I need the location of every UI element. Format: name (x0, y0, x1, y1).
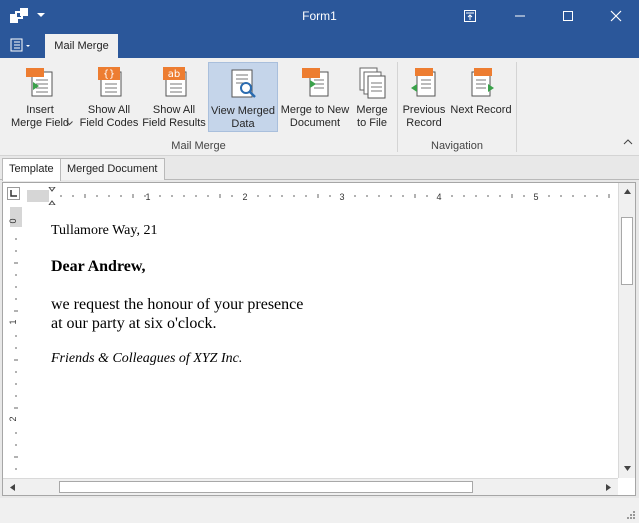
rich-edit-control: 1 2 3 4 5 0 1 2 Tullamore Way, 21 Dear A… (2, 182, 636, 496)
view-merged-data-icon (231, 69, 256, 98)
scroll-up-icon[interactable] (620, 184, 635, 199)
minimize-button[interactable] (497, 0, 543, 32)
horizontal-scrollbar[interactable] (3, 478, 618, 495)
title-bar: Form1 (0, 0, 639, 32)
merge-to-new-document-label: Merge to New Document (280, 104, 350, 129)
vertical-scroll-thumb[interactable] (621, 217, 633, 285)
restore-ribbon-icon (464, 10, 476, 22)
merge-to-file-label: Merge to File (356, 104, 388, 129)
tab-merged-document[interactable]: Merged Document (60, 158, 165, 180)
tab-selector[interactable] (7, 187, 20, 200)
group-label-mail-merge: Mail Merge (171, 140, 226, 152)
scroll-left-icon[interactable] (5, 480, 20, 495)
ruler-number: 0 (8, 218, 18, 223)
insert-merge-field-label: Insert Merge Field (10, 104, 70, 129)
scroll-right-icon[interactable] (601, 480, 616, 495)
show-all-field-results-label: Show All Field Results (142, 104, 206, 129)
group-separator (516, 62, 517, 152)
ruler-number: 3 (339, 192, 344, 202)
collapse-ribbon-icon[interactable] (623, 138, 633, 145)
vertical-ruler[interactable]: 0 1 2 (7, 207, 25, 477)
resize-grip-icon[interactable] (626, 510, 636, 520)
greeting-line: Dear Andrew, (51, 258, 146, 275)
view-merged-data-label: View Merged Data (211, 105, 275, 130)
body-line-1: we request the honour of your presence (51, 296, 304, 313)
previous-record-label: Previous Record (402, 104, 446, 129)
merge-to-file-icon (359, 67, 386, 99)
file-menu-icon (10, 38, 30, 52)
insert-merge-field-button[interactable]: Insert Merge Field (5, 62, 75, 132)
group-label-navigation: Navigation (431, 140, 483, 152)
ruler-number: 1 (145, 192, 150, 202)
maximize-icon (563, 11, 573, 21)
status-bar (0, 498, 639, 523)
ruler-number: 5 (533, 192, 538, 202)
close-icon (610, 10, 622, 22)
horizontal-ruler[interactable]: 1 2 3 4 5 (27, 187, 619, 205)
ruler-number: 4 (436, 192, 441, 202)
ruler-number: 2 (242, 192, 247, 202)
show-all-field-results-button[interactable]: ab Show All Field Results (142, 62, 206, 132)
merge-to-new-document-button[interactable]: Merge to New Document (280, 62, 350, 132)
ribbon-tab-strip: Mail Merge (0, 32, 639, 58)
ribbon: Insert Merge Field {} Show All Field Cod… (0, 58, 639, 156)
next-record-button[interactable]: Next Record (450, 62, 512, 132)
scroll-down-icon[interactable] (620, 461, 635, 476)
previous-record-button[interactable]: Previous Record (400, 62, 448, 132)
document-page[interactable]: Tullamore Way, 21 Dear Andrew, we reques… (27, 207, 619, 477)
next-record-icon (471, 68, 494, 97)
address-line: Tullamore Way, 21 (51, 223, 158, 238)
merge-to-document-icon (302, 68, 329, 97)
merge-to-file-button[interactable]: Merge to File (350, 62, 394, 132)
file-menu-button[interactable] (8, 37, 36, 53)
ribbon-display-button[interactable] (447, 0, 493, 32)
ruler-number: 2 (8, 416, 18, 421)
tab-template[interactable]: Template (2, 158, 61, 181)
document-tabs: Template Merged Document (0, 156, 639, 181)
next-record-label: Next Record (450, 104, 512, 116)
show-all-field-codes-label: Show All Field Codes (79, 104, 139, 129)
minimize-icon (515, 15, 525, 17)
maximize-button[interactable] (545, 0, 591, 32)
vertical-scrollbar[interactable] (618, 183, 635, 478)
close-button[interactable] (593, 0, 639, 32)
show-all-field-codes-button[interactable]: {} Show All Field Codes (78, 62, 140, 132)
chevron-down-icon (66, 121, 73, 126)
insert-merge-field-icon (26, 68, 53, 97)
horizontal-scroll-thumb[interactable] (59, 481, 473, 493)
group-separator (397, 62, 398, 152)
signature-line: Friends & Colleagues of XYZ Inc. (51, 351, 243, 366)
previous-record-icon (411, 68, 436, 97)
body-line-2: at our party at six o'clock. (51, 315, 217, 332)
svg-text:ab: ab (168, 69, 180, 80)
window-title: Form1 (302, 9, 337, 23)
field-codes-icon: {} (98, 67, 122, 97)
tab-mail-merge[interactable]: Mail Merge (45, 34, 118, 58)
svg-text:{}: {} (103, 69, 115, 80)
ruler-number: 1 (8, 319, 18, 324)
field-results-icon: ab (163, 67, 187, 97)
view-merged-data-button[interactable]: View Merged Data (208, 62, 278, 132)
